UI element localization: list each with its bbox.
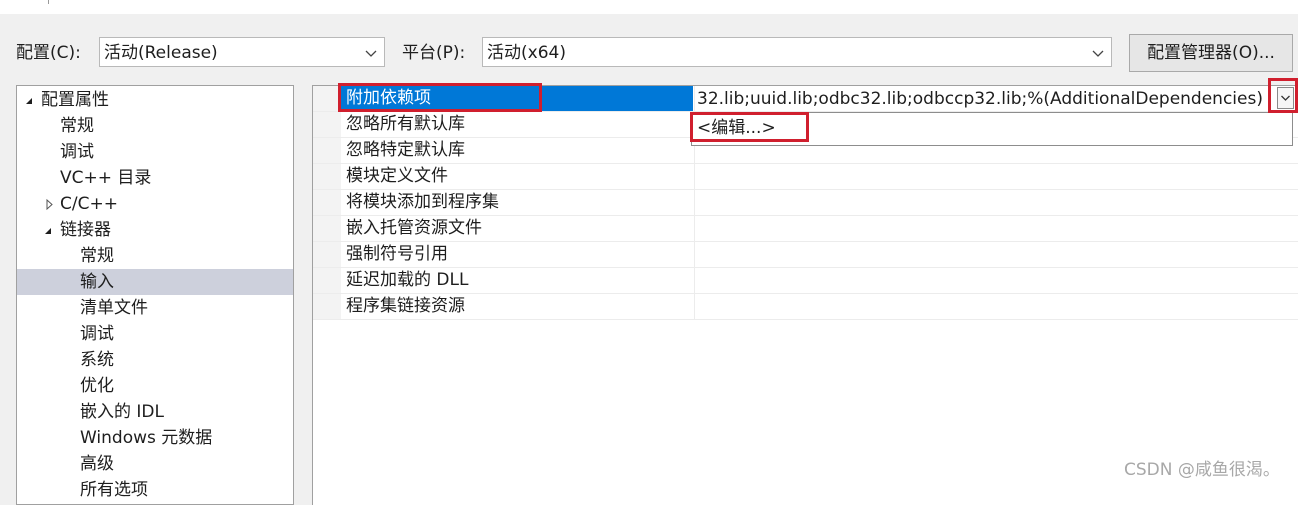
property-value-cell[interactable] <box>694 164 1298 189</box>
collapsed-triangle-icon[interactable] <box>44 191 54 217</box>
expanded-triangle-icon[interactable] <box>24 87 34 113</box>
tree-item-label: C/C++ <box>60 194 118 214</box>
tree-item-linker-general[interactable]: 常规 <box>17 243 293 269</box>
property-row-embed-managed-resource-file[interactable]: 嵌入托管资源文件 <box>313 216 1298 242</box>
tree-item-label: 调试 <box>60 142 94 162</box>
tree-item-label: 常规 <box>60 116 94 136</box>
tree-item-linker[interactable]: 链接器 <box>17 217 293 243</box>
tree-item-label: 常规 <box>80 246 114 266</box>
tree-item-all-options[interactable]: 所有选项 <box>17 477 293 503</box>
top-strip <box>0 0 1298 14</box>
chevron-down-icon <box>365 50 377 57</box>
property-row-force-symbol-references[interactable]: 强制符号引用 <box>313 242 1298 268</box>
tree-item-optimization[interactable]: 优化 <box>17 373 293 399</box>
tree-item-label: 配置属性 <box>41 90 109 110</box>
tree-item-advanced[interactable]: 高级 <box>17 451 293 477</box>
tree-item-label: 所有选项 <box>80 480 148 500</box>
property-name: 附加依赖项 <box>341 86 693 111</box>
tree-item-label: 嵌入的 IDL <box>80 402 164 422</box>
tree-item-label: 优化 <box>80 376 114 396</box>
tree-item-label: 高级 <box>80 454 114 474</box>
tree-item-config-properties[interactable]: 配置属性 <box>17 87 293 113</box>
tree-item-manifest-file[interactable]: 清单文件 <box>17 295 293 321</box>
tree-item-general[interactable]: 常规 <box>17 113 293 139</box>
property-value-cell[interactable] <box>694 268 1298 293</box>
tree-item-vc-directories[interactable]: VC++ 目录 <box>17 165 293 191</box>
config-label: 配置(C): <box>16 43 81 63</box>
top-tick <box>48 0 49 4</box>
tree-item-embedded-idl[interactable]: 嵌入的 IDL <box>17 399 293 425</box>
property-row-add-module-to-assembly[interactable]: 将模块添加到程序集 <box>313 190 1298 216</box>
tree-item-debugging[interactable]: 调试 <box>17 139 293 165</box>
tree-item-system[interactable]: 系统 <box>17 347 293 373</box>
property-value-cell[interactable] <box>694 242 1298 267</box>
property-name: 延迟加载的 DLL <box>346 270 469 290</box>
property-row-module-definition-file[interactable]: 模块定义文件 <box>313 164 1298 190</box>
property-row-additional-dependencies[interactable]: 附加依赖项 32.lib;uuid.lib;odbc32.lib;odbccp3… <box>313 86 1298 112</box>
property-name: 忽略所有默认库 <box>346 114 465 134</box>
tree-item-label: VC++ 目录 <box>60 168 152 188</box>
tree-item-label: 链接器 <box>60 220 111 240</box>
property-name: 模块定义文件 <box>346 166 448 186</box>
property-value-cell[interactable] <box>694 294 1298 319</box>
tree-item-label: Windows 元数据 <box>80 428 213 448</box>
tree-item-label: 清单文件 <box>80 298 148 318</box>
tree-item-c-cpp[interactable]: C/C++ <box>17 191 293 217</box>
property-name: 程序集链接资源 <box>346 296 465 316</box>
expanded-triangle-icon[interactable] <box>43 217 53 243</box>
property-row-delay-loaded-dlls[interactable]: 延迟加载的 DLL <box>313 268 1298 294</box>
property-name: 嵌入托管资源文件 <box>346 218 482 238</box>
property-value: 32.lib;uuid.lib;odbc32.lib;odbccp32.lib;… <box>697 89 1263 109</box>
platform-label: 平台(P): <box>402 43 466 63</box>
property-value-cell[interactable] <box>694 190 1298 215</box>
property-row-assembly-link-resource[interactable]: 程序集链接资源 <box>313 294 1298 320</box>
watermark: CSDN @咸鱼很渴。 <box>1124 460 1280 480</box>
property-name: 强制符号引用 <box>346 244 448 264</box>
tree-item-linker-debugging[interactable]: 调试 <box>17 321 293 347</box>
property-grid: 附加依赖项 32.lib;uuid.lib;odbc32.lib;odbccp3… <box>312 85 1298 505</box>
tree-item-label: 调试 <box>80 324 114 344</box>
value-dropdown-button[interactable] <box>1277 87 1294 109</box>
property-value-cell[interactable]: 32.lib;uuid.lib;odbc32.lib;odbccp32.lib;… <box>694 86 1298 111</box>
tree-item-label: 输入 <box>80 272 114 292</box>
tree-item-label: 系统 <box>80 350 114 370</box>
property-tree: 配置属性 常规 调试 VC++ 目录 C/C++ 链接器 常规 输入 清单文件 … <box>16 85 294 505</box>
tree-item-linker-input[interactable]: 输入 <box>17 269 293 295</box>
property-name: 忽略特定默认库 <box>346 140 465 160</box>
config-combobox[interactable]: 活动(Release) <box>99 37 385 67</box>
tree-item-windows-metadata[interactable]: Windows 元数据 <box>17 425 293 451</box>
platform-combobox[interactable]: 活动(x64) <box>482 37 1112 67</box>
config-value: 活动(Release) <box>104 43 218 63</box>
platform-value: 活动(x64) <box>487 43 566 63</box>
configuration-manager-button[interactable]: 配置管理器(O)... <box>1129 34 1293 72</box>
value-dropdown-list: <编辑...> <box>691 112 1293 146</box>
property-name: 将模块添加到程序集 <box>346 192 499 212</box>
chevron-down-icon <box>1092 50 1104 57</box>
dropdown-item-edit[interactable]: <编辑...> <box>697 115 776 141</box>
property-value-cell[interactable] <box>694 216 1298 241</box>
chevron-down-icon <box>1281 95 1290 101</box>
